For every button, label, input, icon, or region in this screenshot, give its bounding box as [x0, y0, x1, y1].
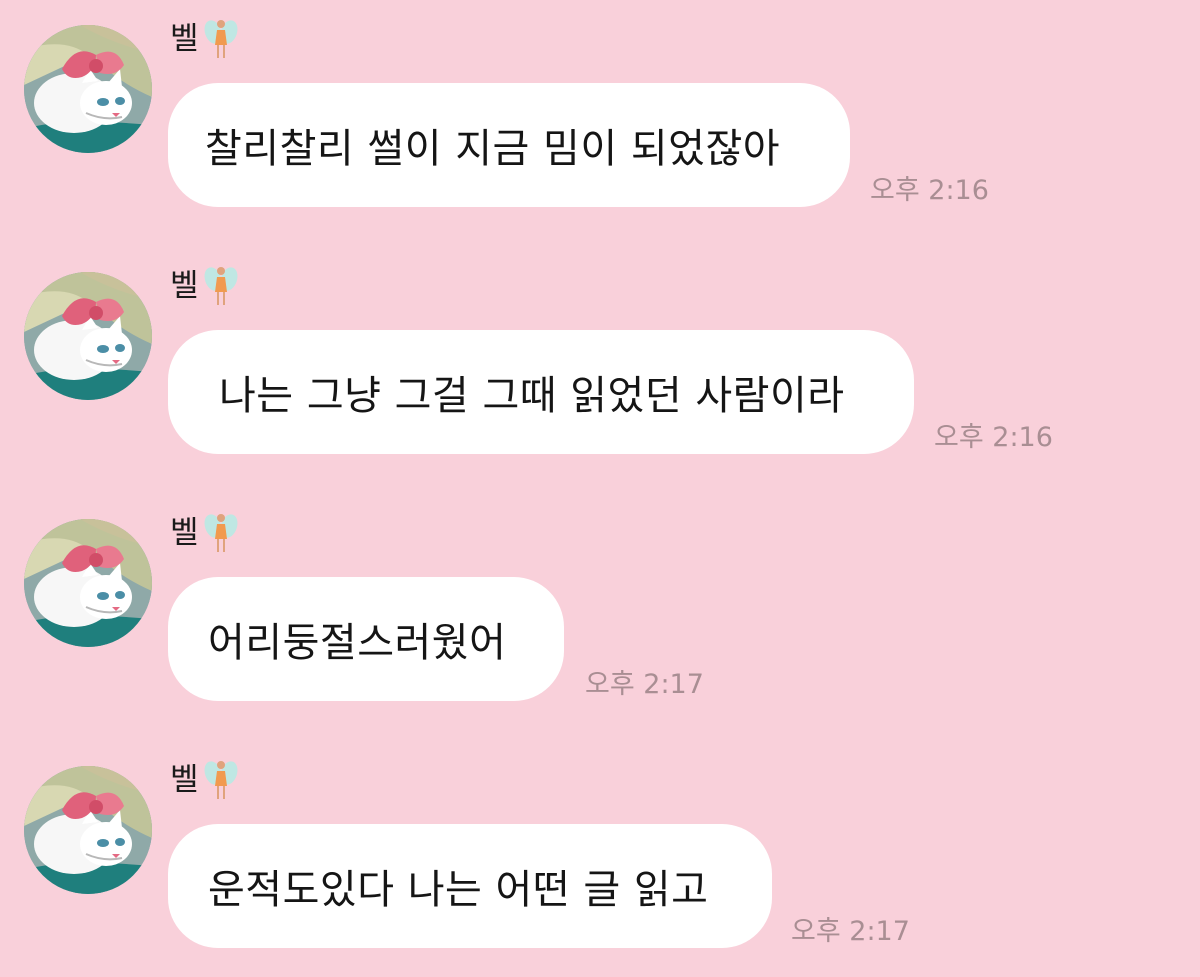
cat-avatar-icon: [24, 519, 152, 647]
cat-avatar-icon: [24, 25, 152, 153]
avatar[interactable]: [24, 272, 152, 400]
message-text: 어리둥절스러웠어: [208, 620, 507, 666]
fairy-icon: [203, 508, 239, 558]
message-text: 나는 그냥 그걸 그때 읽었던 사람이라: [219, 373, 845, 419]
message-bubble[interactable]: 찰리찰리 썰이 지금 밈이 되었잖아: [168, 83, 850, 207]
avatar[interactable]: [24, 766, 152, 894]
sender-name: 벨: [170, 762, 199, 798]
cat-avatar-icon: [24, 766, 152, 894]
fairy-icon: [203, 261, 239, 311]
message-text: 운적도있다 나는 어떤 글 읽고: [208, 867, 709, 913]
message-bubble[interactable]: 운적도있다 나는 어떤 글 읽고: [168, 824, 772, 948]
fairy-icon: [203, 755, 239, 805]
message-time: 오후 2:16: [870, 175, 989, 206]
sender-row: 벨: [170, 755, 239, 805]
chat-screen: 벨 찰리찰리 썰이 지금 밈이 되었잖아 오후 2:16 벨 나는 그냥 그걸 …: [0, 0, 1200, 977]
sender-name: 벨: [170, 515, 199, 551]
message-text: 찰리찰리 썰이 지금 밈이 되었잖아: [205, 126, 781, 172]
message-bubble[interactable]: 어리둥절스러웠어: [168, 577, 564, 701]
avatar[interactable]: [24, 25, 152, 153]
avatar[interactable]: [24, 519, 152, 647]
chat-message: 벨 찰리찰리 썰이 지금 밈이 되었잖아 오후 2:16: [0, 0, 1200, 247]
sender-row: 벨: [170, 261, 239, 311]
message-time: 오후 2:17: [585, 669, 704, 700]
sender-name: 벨: [170, 268, 199, 304]
chat-message: 벨 운적도있다 나는 어떤 글 읽고 오후 2:17: [0, 741, 1200, 977]
message-bubble[interactable]: 나는 그냥 그걸 그때 읽었던 사람이라: [168, 330, 914, 454]
sender-name: 벨: [170, 21, 199, 57]
sender-row: 벨: [170, 508, 239, 558]
cat-avatar-icon: [24, 272, 152, 400]
fairy-icon: [203, 14, 239, 64]
sender-row: 벨: [170, 14, 239, 64]
chat-message: 벨 어리둥절스러웠어 오후 2:17: [0, 494, 1200, 741]
message-time: 오후 2:17: [791, 916, 910, 947]
message-time: 오후 2:16: [934, 422, 1053, 453]
chat-message: 벨 나는 그냥 그걸 그때 읽었던 사람이라 오후 2:16: [0, 247, 1200, 494]
